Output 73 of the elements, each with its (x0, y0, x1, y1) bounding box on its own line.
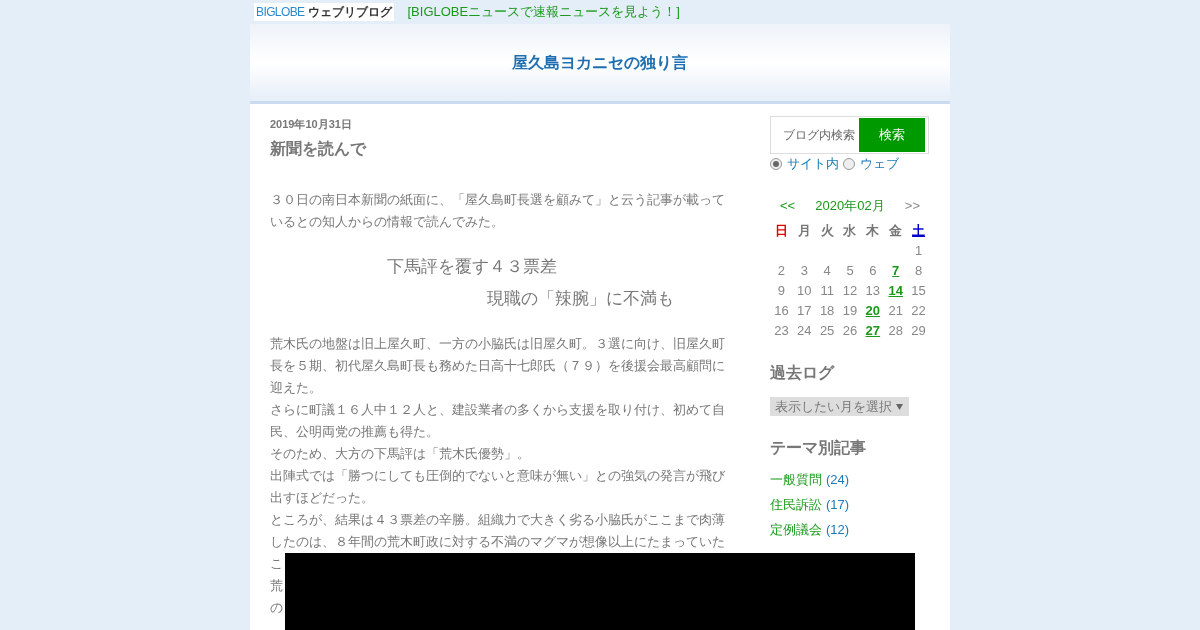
calendar-day: 13 (861, 281, 885, 301)
logo-text: BIGLOBE (256, 4, 305, 21)
calendar-day: 17 (792, 301, 816, 321)
calendar-day: 29 (907, 321, 930, 341)
theme-link[interactable]: 住民訴訟 (770, 495, 822, 514)
next-month-link[interactable]: >> (904, 195, 920, 215)
body-paragraph: の (270, 598, 284, 617)
body-paragraph: 荒木氏の地盤は旧上屋久町、一方の小脇氏は旧屋久町。３選に向け、旧屋久町長を５期、初代屋久島町長も務めた日高十七郎氏（７９）を後援会最高顧問に迎えた。 (270, 334, 725, 397)
weekday-label: 水 (842, 222, 858, 240)
calendar-day: 24 (792, 321, 816, 341)
calendar-day: 2 (770, 261, 793, 281)
theme-heading: テーマ別記事 (770, 438, 867, 458)
calendar-day-link[interactable]: 27 (861, 321, 885, 341)
calendar-day: 16 (770, 301, 793, 321)
radio-button[interactable] (770, 157, 782, 170)
calendar-day: 9 (770, 281, 793, 301)
weekday-label: 木 (865, 222, 881, 240)
weekday-label: 火 (819, 222, 835, 240)
calendar-day: 19 (838, 301, 862, 321)
calendar-day: 1 (907, 241, 930, 261)
calendar-day: 5 (838, 261, 862, 281)
weekday-label: 土 (911, 222, 927, 240)
calendar-day: 21 (884, 301, 908, 321)
blog-service-logo[interactable]: BIGLOBE ウェブリブログ (254, 3, 394, 21)
calendar-day: 8 (907, 261, 930, 281)
calendar-day: 23 (770, 321, 793, 341)
radio-label[interactable]: サイト内 (787, 154, 839, 174)
logo-subtitle: ウェブリブログ (307, 4, 392, 21)
calendar-day: 11 (815, 281, 839, 301)
search-button[interactable]: 検索 (859, 118, 925, 152)
body-paragraph: 荒 (270, 576, 284, 595)
calendar-day-link[interactable]: 7 (884, 261, 908, 281)
body-paragraph: そのため、大方の下馬評は「荒木氏優勢」。 (270, 444, 531, 463)
search-field[interactable]: ブログ内検索 検索 (770, 116, 929, 154)
calendar-day: 22 (907, 301, 930, 321)
month-select[interactable]: 表示したい月を選択 (770, 397, 909, 416)
headline-line: 下馬評を覆す４３票差 (386, 255, 558, 278)
weekday-label: 日 (773, 222, 789, 240)
calendar-month: 2020年02月 (815, 196, 885, 215)
theme-link[interactable]: 定例議会 (770, 520, 822, 539)
article-count: (12) (826, 521, 850, 539)
dropdown-caret-icon (896, 403, 903, 410)
archive-heading: 過去ログ (770, 363, 836, 383)
previous-month-link[interactable]: << (780, 195, 796, 215)
radio-label[interactable]: ウェブ (860, 154, 899, 174)
calendar-day: 18 (815, 301, 839, 321)
calendar-day: 28 (884, 321, 908, 341)
body-paragraph: こ (270, 554, 284, 573)
calendar-day: 25 (815, 321, 839, 341)
calendar-day: 10 (792, 281, 816, 301)
calendar-day: 26 (838, 321, 862, 341)
calendar-day: 3 (792, 261, 816, 281)
calendar-day-link[interactable]: 14 (884, 281, 908, 301)
body-paragraph: ところが、結果は４３票差の辛勝。組織力で大きく劣る小脇氏がここまで肉薄したのは、８年間の荒木町政に対する不満のマグマが想像以上にたまっていた (270, 510, 725, 551)
news-link[interactable]: [BIGLOBEニュースで速報ニュースを見よう！] (407, 2, 680, 22)
calendar-day: 15 (907, 281, 930, 301)
post-title[interactable]: 新聞を読んで (270, 136, 725, 161)
article-count: (17) (826, 496, 850, 514)
blog-title[interactable]: 屋久島ヨカニセの独り言 (512, 50, 688, 75)
calendar-day-link[interactable]: 20 (861, 301, 885, 321)
weekday-label: 月 (796, 222, 812, 240)
article-count: (24) (826, 471, 850, 489)
calendar-day: 12 (838, 281, 862, 301)
post-date: 2019年10月31日 (270, 117, 353, 132)
headline-line: 現職の「辣腕」に不満も (486, 287, 675, 310)
weekday-label: 金 (888, 222, 904, 240)
calendar-day: 6 (861, 261, 885, 281)
radio-button[interactable] (843, 157, 855, 170)
body-paragraph: さらに町議１６人中１２人と、建設業者の多くから支援を取り付け、初めて自民、公明両党の推薦も得た。 (270, 400, 725, 441)
body-paragraph: 出陣式では「勝つにしても圧倒的でないと意味が無い」との強気の発言が飛び出すほどだった。 (270, 466, 725, 507)
intro-paragraph: ３０日の南日本新聞の紙面に、「屋久島町長選を顧みて」と云う記事が載っているとの知人からの情報で読んでみた。 (270, 190, 725, 231)
theme-link[interactable]: 一般質問 (770, 470, 822, 489)
calendar-day: 4 (815, 261, 839, 281)
